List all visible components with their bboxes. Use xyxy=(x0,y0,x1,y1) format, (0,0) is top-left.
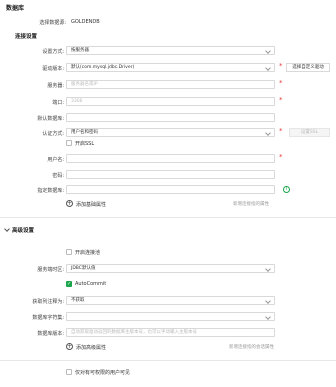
chevron-down-icon xyxy=(265,65,271,71)
default-db-label: 默认数据库: xyxy=(37,116,64,122)
driver-select[interactable]: 默认(com.mysql.jdbc.Driver) xyxy=(66,63,275,72)
pool-checkbox[interactable] xyxy=(66,249,72,255)
fetch-remarks-select[interactable]: 不获取 xyxy=(66,296,275,305)
username-label: 用户名: xyxy=(47,157,64,163)
auth-select[interactable]: 用户名和密码 xyxy=(66,128,275,137)
required-marker: * xyxy=(279,153,283,161)
required-marker: * xyxy=(279,96,283,104)
specified-db-label: 指定数据库: xyxy=(37,188,64,194)
advanced-section-title[interactable]: 高级设置 xyxy=(12,226,34,234)
db-version-label: 数据库版本: xyxy=(37,331,64,337)
add-advanced-link[interactable]: 添加高级属性 xyxy=(76,344,106,351)
permitted-only-label: 仅对有可权限的用户可见 xyxy=(75,370,131,376)
fetch-remarks-label: 获取列注释为: xyxy=(32,299,64,305)
db-version-input[interactable]: 自动获取驱动返回的数据库主版本号，也可以手动输入主版本号 xyxy=(66,328,275,337)
password-label: 密码: xyxy=(52,173,64,179)
timezone-select[interactable]: JDBC默认值 xyxy=(66,264,275,273)
port-label: 端口: xyxy=(52,100,64,106)
required-marker: * xyxy=(279,127,283,135)
ssl-settings-button[interactable]: 设置SSL xyxy=(289,128,330,137)
add-basic-icon[interactable]: + xyxy=(66,200,73,207)
port-input[interactable]: 3306 xyxy=(66,97,275,106)
required-marker: * xyxy=(279,79,283,87)
permitted-only-checkbox[interactable] xyxy=(66,369,72,375)
driver-label: 驱动版本: xyxy=(42,66,64,72)
ssl-checkbox[interactable] xyxy=(66,140,72,146)
timezone-value: JDBC默认值 xyxy=(71,266,96,271)
default-db-input[interactable] xyxy=(66,113,275,122)
datasource-value: GOLDENDB xyxy=(71,19,100,25)
autocommit-label: AutoCommit xyxy=(75,281,107,287)
setup-mode-label: 设置方式: xyxy=(42,49,64,55)
timezone-label: 服务端时区: xyxy=(37,267,64,273)
charset-select[interactable] xyxy=(66,312,275,321)
driver-value: 默认(com.mysql.jdbc.Driver) xyxy=(71,65,135,70)
datasource-label: 选择数据源: xyxy=(39,20,66,26)
chevron-down-icon xyxy=(265,130,271,136)
auth-value: 用户名和密码 xyxy=(71,130,98,135)
username-input[interactable] xyxy=(66,154,275,163)
info-icon[interactable]: i xyxy=(283,186,290,193)
connection-section-title: 连接设置 xyxy=(15,34,38,40)
add-basic-hint: 新增连接指的属性 xyxy=(233,202,269,207)
section-divider xyxy=(0,360,336,361)
chevron-down-icon xyxy=(265,298,271,304)
password-input[interactable] xyxy=(66,170,275,179)
ssl-label: 开启SSL xyxy=(75,141,95,147)
add-advanced-icon[interactable]: + xyxy=(66,343,73,350)
page-title: 数据库 xyxy=(6,5,25,12)
fetch-remarks-value: 不获取 xyxy=(71,298,85,303)
auth-label: 认证方式: xyxy=(42,131,64,137)
setup-mode-select[interactable]: 按服务器 xyxy=(66,46,275,55)
server-input[interactable]: 服务器名或IP xyxy=(66,80,275,89)
server-label: 服务器: xyxy=(47,83,64,89)
add-advanced-hint: 新增连接指的会话属性 xyxy=(229,345,274,350)
collapse-icon[interactable] xyxy=(4,226,10,232)
section-divider xyxy=(0,217,336,218)
charset-label: 数据库字符集: xyxy=(32,315,64,321)
custom-driver-button[interactable]: 选择自定义驱动 xyxy=(286,63,330,72)
add-basic-link[interactable]: 添加基础属性 xyxy=(76,201,106,208)
chevron-down-icon xyxy=(265,266,271,272)
autocommit-checkbox[interactable]: ✓ xyxy=(66,281,72,287)
chevron-down-icon xyxy=(265,48,271,54)
required-marker: * xyxy=(279,62,283,70)
pool-label: 开启连接池 xyxy=(75,250,101,256)
setup-mode-value: 按服务器 xyxy=(71,48,89,53)
specified-db-input[interactable] xyxy=(66,185,275,194)
chevron-down-icon xyxy=(265,314,271,320)
